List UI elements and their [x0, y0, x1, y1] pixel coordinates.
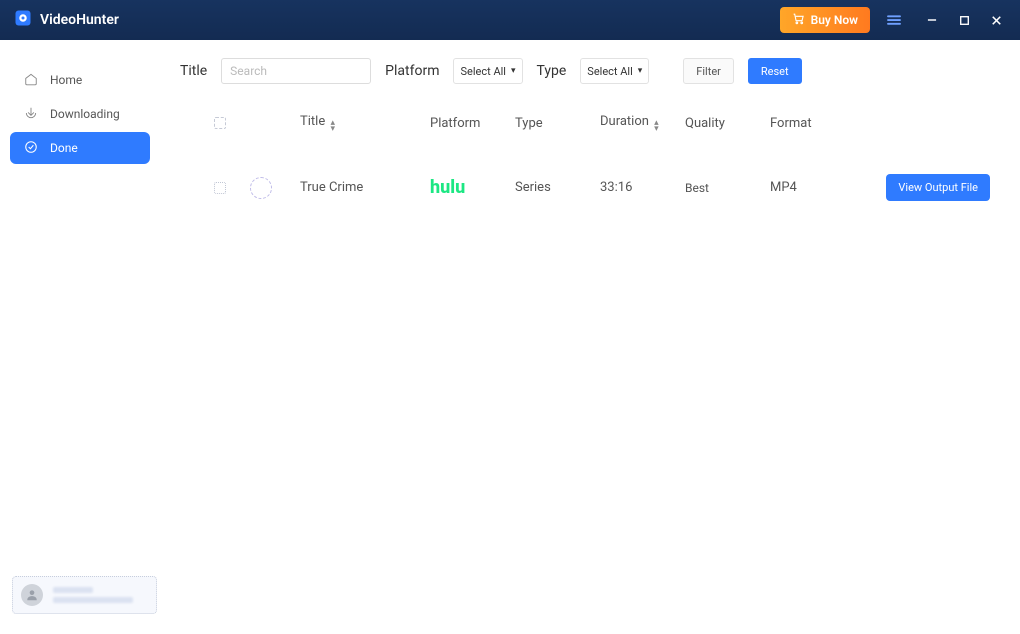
header-platform: Platform [430, 116, 515, 131]
row-type: Series [515, 180, 600, 195]
hamburger-menu-button[interactable] [880, 6, 908, 34]
home-icon [24, 72, 38, 89]
chevron-down-icon: ▾ [638, 66, 643, 76]
row-thumbnail [250, 177, 272, 199]
titlebar: VideoHunter Buy Now [0, 0, 1020, 40]
header-checkbox-col [190, 117, 250, 129]
view-output-file-button[interactable]: View Output File [886, 174, 990, 201]
brand-icon [14, 9, 32, 31]
search-input[interactable] [221, 58, 371, 84]
sort-icon: ▴▾ [654, 120, 659, 132]
check-circle-icon [24, 140, 38, 157]
row-duration: 33:16 [600, 180, 685, 195]
platform-select-value: Select All [460, 65, 505, 78]
minimize-button[interactable] [918, 6, 946, 34]
header-title[interactable]: Title ▴▾ [300, 114, 430, 132]
buy-now-button[interactable]: Buy Now [780, 7, 870, 33]
avatar [21, 584, 43, 606]
buy-now-label: Buy Now [811, 13, 858, 27]
filter-button[interactable]: Filter [683, 58, 734, 84]
sidebar-item-done[interactable]: Done [10, 132, 150, 164]
sidebar-item-label: Home [50, 73, 82, 87]
brand-text: VideoHunter [40, 12, 119, 28]
reset-button[interactable]: Reset [748, 58, 802, 84]
row-platform: hulu [430, 177, 515, 198]
table-header: Title ▴▾ Platform Type Duration ▴▾ Quali… [180, 114, 1000, 132]
type-filter-label: Type [537, 63, 567, 79]
main-content: Title Platform Select All ▾ Type Select … [160, 40, 1020, 634]
sidebar-item-home[interactable]: Home [10, 64, 150, 96]
title-filter-label: Title [180, 63, 207, 79]
brand: VideoHunter [14, 9, 119, 31]
row-quality: Best [685, 181, 770, 195]
header-type: Type [515, 116, 600, 131]
platform-select[interactable]: Select All ▾ [453, 58, 522, 84]
account-card[interactable] [12, 576, 157, 614]
download-icon [24, 106, 38, 123]
sidebar-item-label: Downloading [50, 107, 120, 121]
window-controls [918, 6, 1010, 34]
chevron-down-icon: ▾ [511, 66, 516, 76]
account-info-blurred [53, 587, 133, 603]
header-format: Format [770, 116, 865, 131]
row-format: MP4 [770, 180, 865, 195]
platform-filter-label: Platform [385, 63, 439, 79]
row-checkbox[interactable] [214, 182, 226, 194]
sidebar-item-label: Done [50, 141, 78, 155]
sidebar: Home Downloading Done [0, 40, 160, 634]
maximize-button[interactable] [950, 6, 978, 34]
cart-icon [792, 12, 805, 28]
table-row: True Crime hulu Series 33:16 Best MP4 Vi… [180, 174, 1000, 201]
filter-bar: Title Platform Select All ▾ Type Select … [180, 58, 1000, 84]
close-button[interactable] [982, 6, 1010, 34]
row-title: True Crime [300, 180, 430, 195]
type-select-value: Select All [587, 65, 632, 78]
header-duration[interactable]: Duration ▴▾ [600, 114, 685, 132]
type-select[interactable]: Select All ▾ [580, 58, 649, 84]
header-quality: Quality [685, 116, 770, 131]
sort-icon: ▴▾ [330, 120, 335, 132]
sidebar-item-downloading[interactable]: Downloading [10, 98, 150, 130]
select-all-checkbox[interactable] [214, 117, 226, 129]
